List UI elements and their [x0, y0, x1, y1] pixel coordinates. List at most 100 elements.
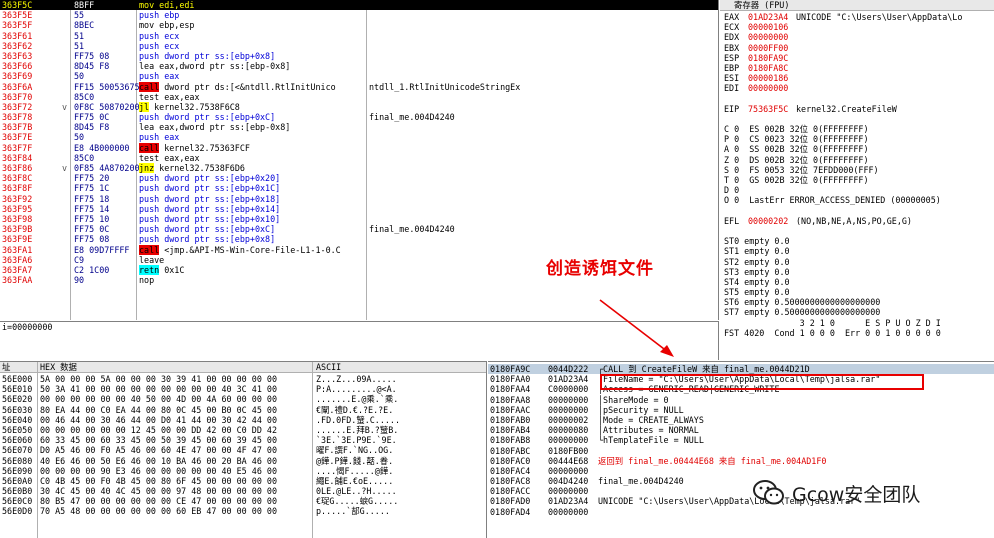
disasm-instr: push dword ptr ss:[ebp+0xC]	[139, 224, 275, 234]
fpu-row[interactable]: ST3 empty 0.0	[724, 267, 994, 277]
dump-row[interactable]: 56E070 D0 A5 46 00 F0 A5 46 00 60 4E 47 0…	[0, 445, 486, 455]
dump-row[interactable]: 56E080 40 E6 46 00 50 E6 46 00 10 BA 46 0…	[0, 456, 486, 466]
disasm-row[interactable]: 363F8C FF75 20 push dword ptr ss:[ebp+0x20…	[0, 173, 718, 183]
stack-row[interactable]: 0180FAA8 00000000 │ShareMode = 0	[488, 395, 994, 405]
dump-row[interactable]: 56E040 00 46 44 00 30 46 44 00 D0 41 44 0…	[0, 415, 486, 425]
stack-comment: │pSecurity = NULL	[598, 404, 684, 415]
disasm-row[interactable]: 363F95 FF75 14 push dword ptr ss:[ebp+0x14…	[0, 204, 718, 214]
disasm-operands: ebp,esp	[154, 20, 195, 31]
stack-row[interactable]: 0180FAC4 00000000	[488, 466, 994, 476]
register-row[interactable]: ESI 00000186	[724, 73, 994, 83]
fpu-row[interactable]: ST0 empty 0.0	[724, 236, 994, 246]
register-efl-row[interactable]: EFL 00000202 (NO,NB,NE,A,NS,PO,GE,G)	[724, 216, 994, 226]
disasm-row[interactable]: 363F5F 8BEC mov ebp,esp	[0, 20, 718, 30]
disasm-row[interactable]: 363F98 FF75 10 push dword ptr ss:[ebp+0x10…	[0, 214, 718, 224]
register-row[interactable]: ECX 00000106	[724, 22, 994, 32]
disasm-row[interactable]: 363F84 85C0 test eax,eax	[0, 153, 718, 163]
stack-comment: │Attributes = NORMAL	[598, 425, 699, 436]
segment-row[interactable]: D 0	[724, 185, 994, 195]
segment-row[interactable]: A 0 SS 002B 32位 0(FFFFFFFF)	[724, 144, 994, 154]
disasm-operands: dword ptr ss:[ebp+0x1C]	[159, 183, 281, 194]
dump-row[interactable]: 56E020 00 00 00 00 00 00 40 50 00 4D 00 4…	[0, 394, 486, 404]
disasm-row[interactable]: 363F70 85C0 test eax,eax	[0, 92, 718, 102]
register-row[interactable]: EDX 00000000	[724, 32, 994, 42]
stack-row[interactable]: 0180FAAC 00000000 │pSecurity = NULL	[488, 405, 994, 415]
dump-addr: 56E030	[2, 404, 33, 415]
dump-row[interactable]: 56E0D0 70 A5 48 00 00 00 00 00 00 60 EB 4…	[0, 506, 486, 516]
dump-row[interactable]: 56E0B0 30 4C 45 00 40 4C 45 00 00 97 48 0…	[0, 486, 486, 496]
disasm-row[interactable]: 363F63 FF75 08 push dword ptr ss:[ebp+0x8]	[0, 51, 718, 61]
dump-row[interactable]: 56E060 60 33 45 00 60 33 45 00 50 39 45 0…	[0, 435, 486, 445]
disasm-row[interactable]: 363F72 v 0F8C 50870200 jl kernel32.7538F6C8	[0, 101, 718, 112]
stack-row[interactable]: 0180FAB4 00000080 │Attributes = NORMAL	[488, 425, 994, 435]
disasm-row[interactable]: 363F7E 50 push eax	[0, 132, 718, 142]
disasm-hex: FF75 1C	[74, 183, 110, 194]
disasm-row[interactable]: 363F5E 55 push ebp	[0, 10, 718, 20]
disasm-row[interactable]: 363F62 51 push ecx	[0, 41, 718, 51]
registers-pane[interactable]: 寄存器 (FPU) EAX 01AD23A4 UNICODE "C:\Users\U…	[720, 0, 994, 359]
register-name: ECX	[724, 22, 740, 33]
disasm-row[interactable]: 363F61 51 push ecx	[0, 31, 718, 41]
disasm-row[interactable]: 363F86 v 0F85 4A870200 jnz kernel32.7538F6D…	[0, 163, 718, 173]
register-row[interactable]: EBP 0180FA8C	[724, 63, 994, 73]
disasm-row[interactable]: 363F7F E8 4B000000 call kernel32.75363FCF	[0, 142, 718, 153]
stack-value: 00000000	[548, 394, 589, 405]
disasm-row[interactable]: 363F8F FF75 1C push dword ptr ss:[ebp+0x1C…	[0, 183, 718, 193]
dump-header: 址 HEX 数据 ASCII	[0, 362, 486, 373]
dump-row[interactable]: 56E030 80 EA 44 00 C0 EA 44 00 80 0C 45 0…	[0, 405, 486, 415]
dump-ascii: Z...Z...09A.....	[316, 374, 397, 384]
segment-row[interactable]: C 0 ES 002B 32位 0(FFFFFFFF)	[724, 124, 994, 134]
dump-row[interactable]: 56E010 50 3A 41 00 00 00 00 00 00 00 00 0…	[0, 384, 486, 394]
register-eip-row[interactable]: EIP 75363F5C kernel32.CreateFileW	[724, 104, 994, 114]
disasm-row[interactable]: 363F92 FF75 18 push dword ptr ss:[ebp+0x18…	[0, 194, 718, 204]
segment-row[interactable]: O 0 LastErr ERROR_ACCESS_DENIED (0000000…	[724, 195, 994, 205]
disasm-row[interactable]: 363F78 FF75 0C push dword ptr ss:[ebp+0xC]…	[0, 112, 718, 122]
dump-row[interactable]: 56E090 00 00 00 00 90 E3 46 00 00 00 00 0…	[0, 466, 486, 476]
segment-row[interactable]: S 0 FS 0053 32位 7EFDD000(FFF)	[724, 165, 994, 175]
disasm-row[interactable]: 363F9E FF75 08 push dword ptr ss:[ebp+0x8]	[0, 234, 718, 244]
segment-row[interactable]: T 0 GS 002B 32位 0(FFFFFFFF)	[724, 175, 994, 185]
disasm-row[interactable]: 363F9B FF75 0C push dword ptr ss:[ebp+0xC]…	[0, 224, 718, 234]
fpu-row[interactable]: ST5 empty 0.0	[724, 287, 994, 297]
hex-dump-pane[interactable]: 址 HEX 数据 ASCII 56E000 5A 00 00 00 5A 00 0…	[0, 361, 487, 538]
dump-row[interactable]: 56E000 5A 00 00 00 5A 00 00 00 30 39 41 0…	[0, 374, 486, 384]
stack-row[interactable]: 0180FA9C 0044D222 ┌CALL 到 CreateFileW 来自 f…	[488, 364, 994, 375]
dump-row[interactable]: 56E0C0 80 B5 47 00 00 00 00 00 00 CE 47 0…	[0, 496, 486, 506]
segment-row[interactable]: P 0 CS 0023 32位 0(FFFFFFFF)	[724, 134, 994, 144]
dump-ascii: ......E.拜B.?蠥B.	[316, 424, 399, 435]
stack-comment: ┌CALL 到 CreateFileW 来自 final_me.0044D21D	[598, 364, 810, 374]
disasm-row[interactable]: 363F6A FF15 50053675 call dword ptr ds:[<&…	[0, 81, 718, 92]
dump-row[interactable]: 56E0A0 C0 4B 45 00 F0 4B 45 00 80 6F 45 0…	[0, 476, 486, 486]
fpu-row[interactable]: ST7 empty 0.5000000000000000000	[724, 307, 994, 317]
disasm-hex: C2 1C00	[74, 264, 110, 275]
stack-row[interactable]: 0180FABC 0180FB00	[488, 446, 994, 456]
dump-row[interactable]: 56E050 00 00 00 00 00 00 12 45 00 00 DD 4…	[0, 425, 486, 435]
disasm-addr: 363F92	[2, 193, 33, 204]
disasm-addr: 363FA7	[2, 264, 33, 275]
register-value: 01AD23A4	[748, 12, 789, 22]
fpu-row[interactable]: ST1 empty 0.0	[724, 246, 994, 256]
dump-addr: 56E0D0	[2, 506, 33, 517]
disasm-operands: kernel32.7538F6D6	[154, 163, 245, 173]
fpu-row[interactable]: ST6 empty 0.5000000000000000000	[724, 297, 994, 307]
fpu-row[interactable]: ST2 empty 0.0	[724, 257, 994, 267]
stack-row[interactable]: 0180FAB0 00000002 │Mode = CREATE_ALWAYS	[488, 415, 994, 425]
stack-row[interactable]: 0180FAB8 00000000 └hTemplateFile = NULL	[488, 435, 994, 445]
disasm-row[interactable]: 363F5C 8BFF mov edi,edi	[0, 0, 718, 11]
register-row[interactable]: ESP 0180FA9C	[724, 53, 994, 63]
stack-comment: │ShareMode = 0	[598, 394, 669, 405]
stack-row[interactable]: 0180FAD4 00000000	[488, 507, 994, 517]
segment-row[interactable]: Z 0 DS 002B 32位 0(FFFFFFFF)	[724, 155, 994, 165]
disasm-row[interactable]: 363F7B 8D45 F8 lea eax,dword ptr ss:[ebp-0…	[0, 122, 718, 132]
stack-value: 00000000	[548, 404, 589, 415]
register-row[interactable]: EBX 0000FF00	[724, 43, 994, 53]
register-row[interactable]: EDI 00000000	[724, 83, 994, 93]
dump-ascii: €闡.禮D.€.?E.?E.	[316, 404, 394, 415]
disasm-comment: ntdll_1.RtlInitUnicodeStringEx	[369, 81, 521, 92]
disasm-row[interactable]: 363F69 50 push eax	[0, 71, 718, 81]
stack-row[interactable]: 0180FAC0 00444E68 返回到 final_me.00444E68 来自…	[488, 456, 994, 466]
stack-pane[interactable]: 0180FA9C 0044D222 ┌CALL 到 CreateFileW 来自 f…	[488, 361, 994, 538]
disasm-row[interactable]: 363F66 8D45 F8 lea eax,dword ptr ss:[ebp-0…	[0, 61, 718, 71]
register-row[interactable]: EAX 01AD23A4 UNICODE "C:\Users\User\AppDat…	[724, 12, 994, 22]
fpu-row[interactable]: ST4 empty 0.0	[724, 277, 994, 287]
